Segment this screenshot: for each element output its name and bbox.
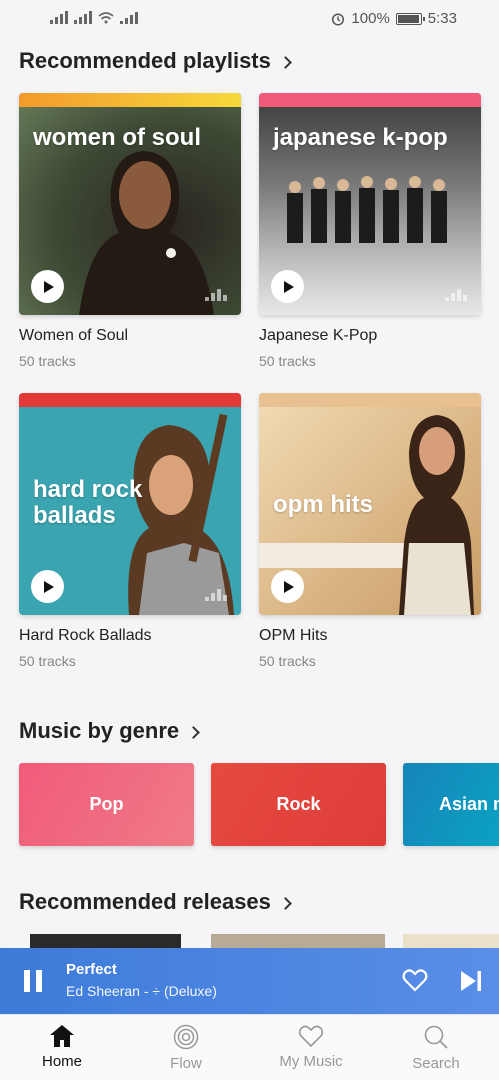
- playlist-title: Women of Soul: [19, 327, 129, 344]
- playlist-card-opm-hits[interactable]: opm hits OPM Hits 50 tracks: [259, 393, 481, 669]
- playlist-cover[interactable]: hard rock ballads: [19, 393, 241, 615]
- playlist-card-women-of-soul[interactable]: women of soul Women of Soul 50 tracks: [19, 93, 241, 369]
- genre-label: Pop: [89, 794, 124, 814]
- genre-tile-pop[interactable]: Pop: [19, 763, 194, 846]
- signal-icon: [50, 11, 68, 24]
- nav-label: My Music: [279, 1053, 343, 1070]
- play-button[interactable]: [271, 270, 304, 303]
- cover-title: women of soul: [33, 124, 201, 151]
- section-title-label: Recommended releases: [19, 889, 271, 914]
- section-title-label: Recommended playlists: [19, 48, 271, 73]
- chevron-right-icon: [279, 55, 292, 69]
- section-title-releases[interactable]: Recommended releases: [19, 889, 292, 915]
- search-icon: [424, 1025, 448, 1049]
- nav-label: Home: [41, 1053, 82, 1070]
- genre-tile-asian[interactable]: Asian m: [403, 763, 499, 846]
- nav-home[interactable]: Home: [7, 1015, 117, 1080]
- genre-tile-rock[interactable]: Rock: [211, 763, 386, 846]
- chevron-right-icon: [279, 896, 292, 910]
- chevron-right-icon: [187, 725, 201, 739]
- nav-search[interactable]: Search: [381, 1015, 491, 1080]
- playlist-card-japanese-k-pop[interactable]: japanese k-pop Japanese K-Pop 50 tracks: [259, 93, 481, 369]
- status-bar: 100% 5:33: [0, 0, 499, 38]
- playlist-title: Hard Rock Ballads: [19, 627, 152, 644]
- clock: 5:33: [427, 10, 457, 27]
- track-title: Perfect: [66, 961, 117, 978]
- genre-label: Rock: [276, 794, 321, 814]
- nav-my-music[interactable]: My Music: [256, 1015, 366, 1080]
- battery-icon: [395, 12, 425, 25]
- playlist-cover[interactable]: women of soul: [19, 93, 241, 315]
- wifi-icon: [98, 12, 114, 24]
- track-artist: Ed Sheeran - ÷ (Deluxe): [66, 983, 217, 999]
- cover-title: opm hits: [273, 491, 373, 518]
- playlist-title: Japanese K-Pop: [259, 327, 378, 344]
- section-title-genre[interactable]: Music by genre: [19, 718, 201, 744]
- playlist-track-count: 50 tracks: [19, 653, 76, 669]
- cover-title: hard rock ballads: [33, 476, 143, 529]
- playlist-track-count: 50 tracks: [19, 353, 76, 369]
- playlist-cover[interactable]: opm hits: [259, 393, 481, 615]
- play-button[interactable]: [31, 270, 64, 303]
- section-title-playlists[interactable]: Recommended playlists: [19, 48, 292, 74]
- deezer-logo-icon: [205, 589, 227, 601]
- genre-label: Asian m: [439, 794, 499, 814]
- deezer-logo-icon: [205, 289, 227, 301]
- section-title-label: Music by genre: [19, 718, 180, 743]
- flow-icon: [173, 1024, 199, 1050]
- deezer-logo-icon: [445, 289, 467, 301]
- cover-title: japanese k-pop: [273, 124, 448, 151]
- playlist-track-count: 50 tracks: [259, 353, 316, 369]
- nav-label: Flow: [170, 1055, 202, 1072]
- data-signal-icon: [120, 11, 138, 24]
- heart-icon: [298, 1025, 324, 1048]
- play-button[interactable]: [31, 570, 64, 603]
- play-button[interactable]: [271, 570, 304, 603]
- home-icon: [50, 1025, 74, 1047]
- playlist-title: OPM Hits: [259, 627, 328, 644]
- battery-percent: 100%: [351, 10, 390, 27]
- pause-button[interactable]: [24, 970, 42, 992]
- favorite-heart-icon[interactable]: [402, 968, 428, 992]
- nav-label: Search: [412, 1055, 460, 1072]
- playlist-cover[interactable]: japanese k-pop: [259, 93, 481, 315]
- mini-player[interactable]: Perfect Ed Sheeran - ÷ (Deluxe): [0, 948, 499, 1014]
- skip-next-icon[interactable]: [459, 969, 483, 993]
- signal-icon: [74, 11, 92, 24]
- alarm-icon: [332, 12, 345, 26]
- playlist-track-count: 50 tracks: [259, 653, 316, 669]
- nav-flow[interactable]: Flow: [131, 1015, 241, 1080]
- playlist-card-hard-rock-ballads[interactable]: hard rock ballads Hard Rock Ballads 50 tr…: [19, 393, 241, 669]
- bottom-navigation: Home Flow My Music Search: [0, 1014, 499, 1080]
- signal-indicators: [50, 11, 138, 24]
